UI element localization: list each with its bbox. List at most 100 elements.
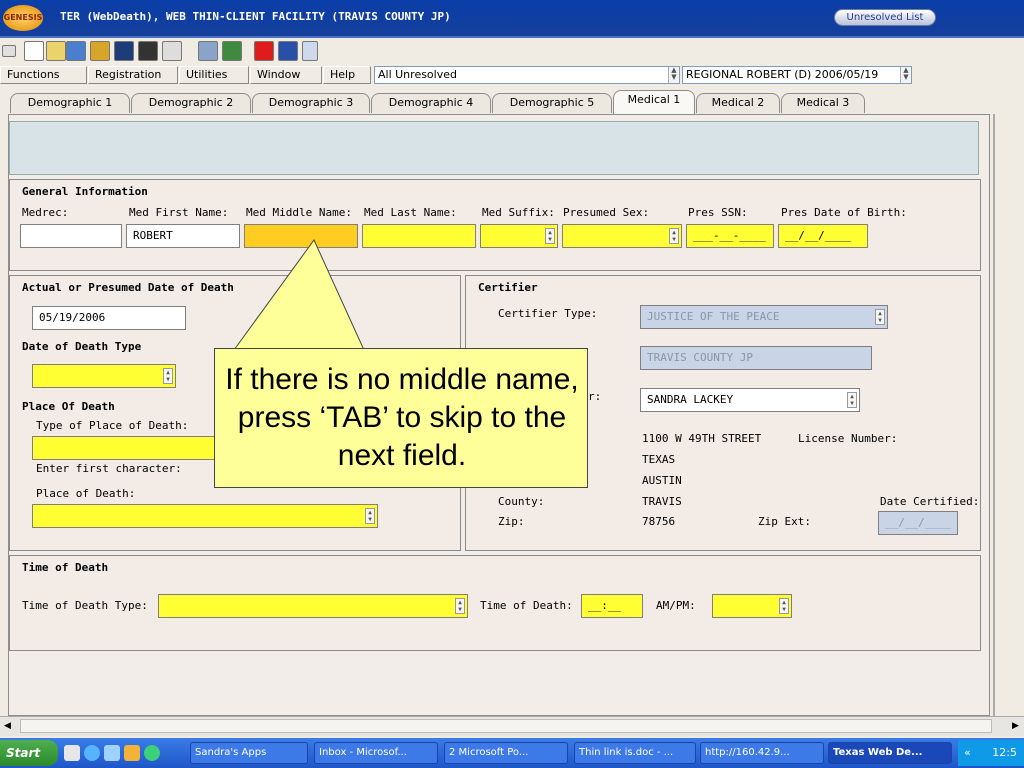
last-name-label: Med Last Name: [364,206,457,219]
menu-window[interactable]: Window [250,66,322,84]
tab-demographic-4[interactable]: Demographic 4 [371,93,491,113]
certifier-type-select[interactable]: JUSTICE OF THE PEACE ▲ ▼ [640,305,888,329]
ssn-label: Pres SSN: [688,206,748,219]
restore-icon[interactable] [2,45,16,57]
title-bar: GENESIS TER (WebDeath), WEB THIN-CLIENT … [0,0,1024,36]
place-of-death-header: Place Of Death [22,400,115,413]
window-title: TER (WebDeath), WEB THIN-CLIENT FACILITY… [60,10,451,23]
certifier-type-value: JUSTICE OF THE PEACE [647,310,780,323]
app-icon[interactable] [104,745,120,761]
print-icon[interactable] [278,41,298,61]
add-record-icon[interactable] [66,41,86,61]
scroll-right-icon[interactable]: ▶ [1012,721,1019,731]
spinner-icon[interactable]: ▲ ▼ [455,598,465,614]
vertical-scrollbar[interactable] [993,114,995,716]
dob-label: Pres Date of Birth: [781,206,907,219]
spinner-icon[interactable]: ▲ ▼ [779,598,789,614]
county-label: County: [498,495,545,508]
first-name-label: Med First Name: [129,206,229,219]
spinner-icon[interactable]: ▲ ▼ [900,67,911,83]
tab-demographic-5[interactable]: Demographic 5 [492,93,612,113]
certifier-name-value: SANDRA LACKEY [647,393,734,406]
tray-expand-icon[interactable]: « [964,746,971,759]
medrec-input[interactable] [20,224,122,248]
spinner-icon[interactable]: ▲ ▼ [668,67,679,83]
date-type-select[interactable]: ▲ ▼ [32,364,176,388]
county-value: TRAVIS [642,495,682,508]
taskbar-item-active[interactable]: Texas Web De... [828,742,952,764]
edit-icon[interactable] [46,41,66,61]
attach-icon[interactable] [90,41,110,61]
ampm-select[interactable]: ▲ ▼ [712,594,792,618]
tab-medical-2[interactable]: Medical 2 [696,93,780,113]
section-header: Time of Death [22,561,109,574]
filter-select[interactable]: All Unresolved ▲ ▼ [374,66,680,84]
browser-icon[interactable] [84,745,100,761]
tab-bar: Demographic 1 Demographic 2 Demographic … [0,86,1024,114]
death-date-input[interactable]: 05/19/2006 [32,306,186,330]
spinner-icon[interactable]: ▲ ▼ [847,392,857,408]
tab-demographic-1[interactable]: Demographic 1 [10,93,130,113]
new-document-icon[interactable] [24,41,44,61]
ssn-input[interactable]: ___-__-____ [686,224,774,248]
taskbar-item[interactable]: Thin link is.doc - ... [574,742,696,764]
start-button[interactable]: Start [0,740,58,766]
scroll-left-icon[interactable]: ◀ [4,721,11,731]
quicklaunch-icon[interactable] [64,745,80,761]
spinner-icon[interactable]: ▲ ▼ [545,228,555,244]
dob-input[interactable]: __/__/____ [778,224,868,248]
report-icon[interactable] [302,41,318,61]
tab-demographic-2[interactable]: Demographic 2 [131,93,251,113]
suffix-select[interactable]: ▲ ▼ [480,224,558,248]
app-logo: GENESIS [3,5,43,31]
sign-icon[interactable] [198,41,218,61]
record-select[interactable]: REGIONAL ROBERT (D) 2006/05/19 ▲ ▼ [682,66,912,84]
sex-select[interactable]: ▲ ▼ [562,224,682,248]
banner-area [9,121,979,175]
spinner-icon[interactable]: ▲ ▼ [669,228,679,244]
tab-medical-1[interactable]: Medical 1 [613,90,695,114]
menu-utilities[interactable]: Utilities [179,66,249,84]
horizontal-scrollbar[interactable]: ◀ ▶ [0,716,1024,736]
app-icon[interactable] [124,745,140,761]
menu-help[interactable]: Help [323,66,371,84]
time-of-death-section: Time of Death Time of Death Type: ▲ ▼ Tim… [9,555,981,651]
filter-value: All Unresolved [378,68,457,81]
menu-bar: Functions Registration Utilities Window … [0,64,1024,86]
app-icon[interactable] [144,745,160,761]
notes-icon[interactable] [162,41,182,61]
city-value: AUSTIN [642,474,682,487]
time-type-select[interactable]: ▲ ▼ [158,594,468,618]
scroll-track[interactable] [20,719,992,733]
tab-demographic-3[interactable]: Demographic 3 [252,93,370,113]
taskbar-item[interactable]: Sandra's Apps [190,742,308,764]
menu-functions[interactable]: Functions [0,66,87,84]
spinner-icon[interactable]: ▲ ▼ [163,368,173,384]
tab-medical-3[interactable]: Medical 3 [781,93,865,113]
transfer-icon[interactable] [222,41,242,61]
sex-label: Presumed Sex: [563,206,650,219]
system-tray: « 12:5 [958,740,1024,766]
place-of-death-select[interactable]: ▲ ▼ [32,504,378,528]
date-certified-input[interactable]: __/__/____ [878,511,958,535]
place-type-select[interactable] [32,436,232,460]
spinner-icon[interactable]: ▲ ▼ [365,508,375,524]
taskbar-item[interactable]: 2 Microsoft Po... [444,742,568,764]
unresolved-list-button[interactable]: Unresolved List [834,9,936,26]
ampm-label: AM/PM: [656,599,696,612]
taskbar-item[interactable]: Inbox - Microsof... [314,742,438,764]
certifier-name-select[interactable]: SANDRA LACKEY ▲ ▼ [640,388,860,412]
certifier-organization[interactable]: TRAVIS COUNTY JP [640,346,872,370]
taskbar-item[interactable]: http://160.42.9... [700,742,824,764]
clock: 12:5 [992,746,1017,759]
section-header: Actual or Presumed Date of Death [22,281,234,294]
menu-registration[interactable]: Registration [88,66,178,84]
last-name-input[interactable] [362,224,476,248]
void-icon[interactable] [254,41,274,61]
find-icon[interactable] [138,41,158,61]
record-value: REGIONAL ROBERT (D) 2006/05/19 [686,68,879,81]
spinner-icon[interactable]: ▲ ▼ [875,309,885,325]
save-icon[interactable] [114,41,134,61]
place-label: Place of Death: [36,487,136,500]
time-of-death-input[interactable]: __:__ [581,594,643,618]
